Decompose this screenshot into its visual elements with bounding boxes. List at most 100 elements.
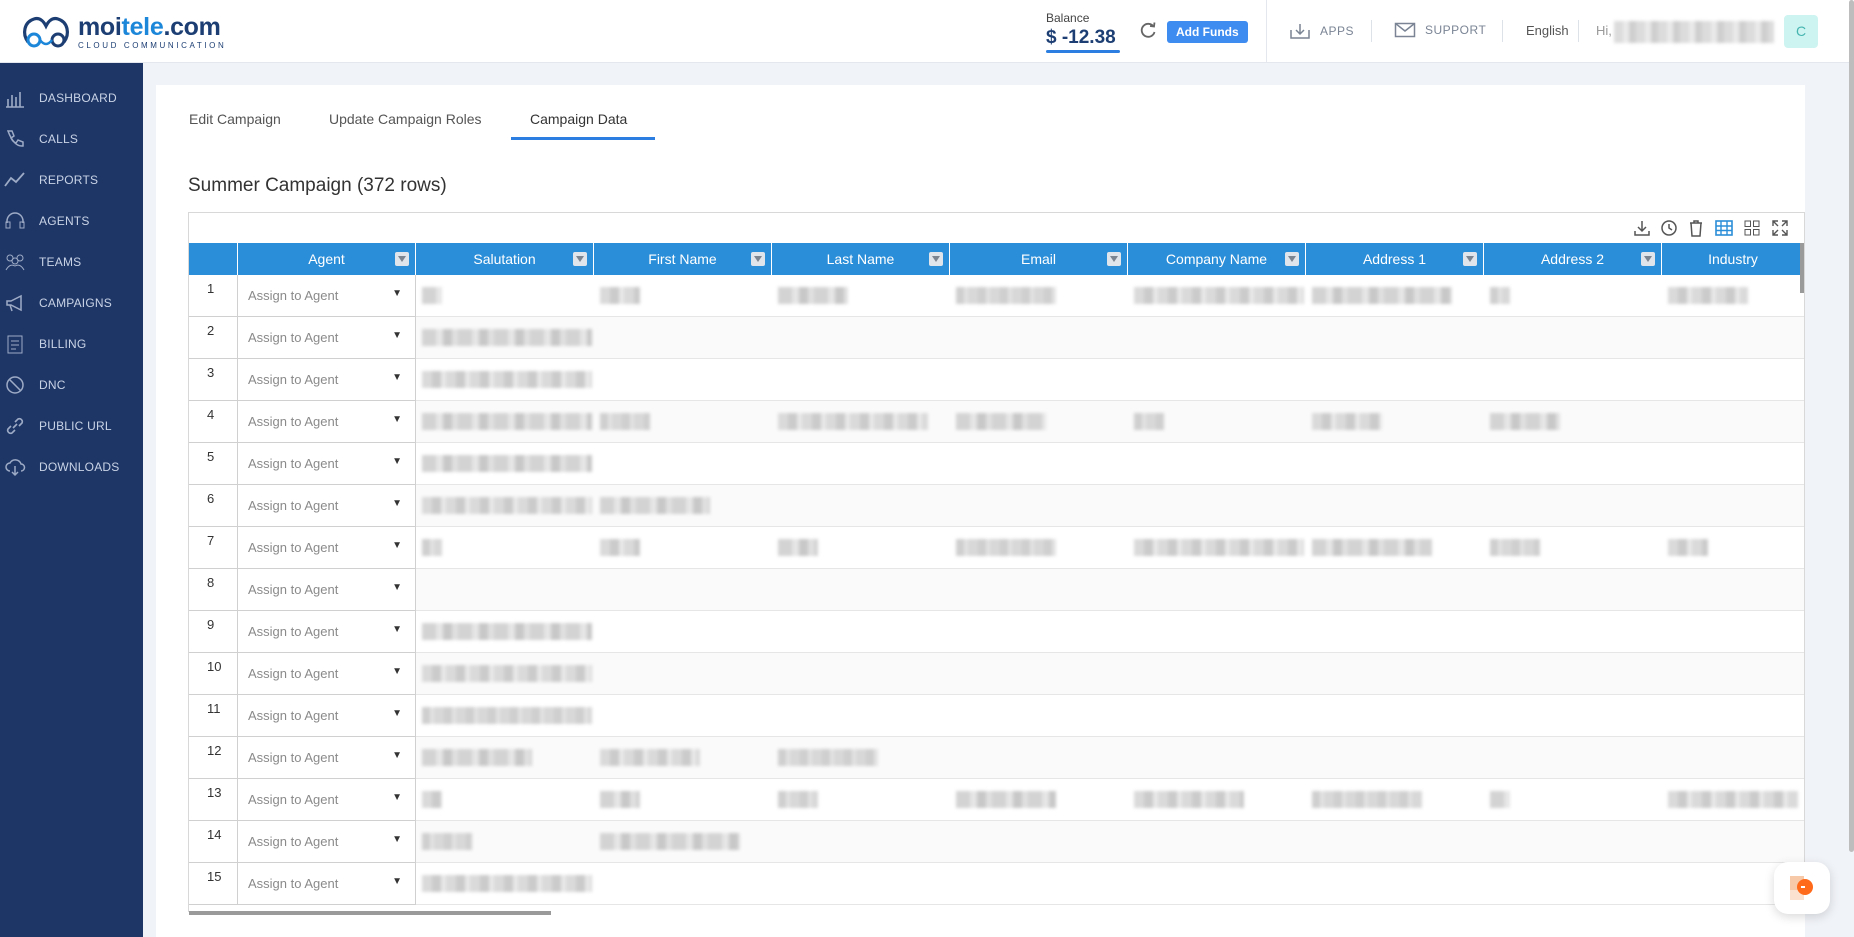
avatar[interactable]: C xyxy=(1784,15,1818,48)
sidebar-item-public-url[interactable]: PUBLIC URL xyxy=(0,411,143,441)
redacted-cell[interactable] xyxy=(1668,539,1708,556)
filter-icon[interactable] xyxy=(1107,252,1121,266)
sidebar-item-reports[interactable]: REPORTS xyxy=(0,165,143,195)
refresh-icon[interactable] xyxy=(1138,20,1158,40)
redacted-cell[interactable] xyxy=(778,287,848,304)
filter-icon[interactable] xyxy=(1285,252,1299,266)
sidebar-item-billing[interactable]: BILLING xyxy=(0,329,143,359)
redacted-cell[interactable] xyxy=(1668,791,1798,808)
assign-agent-select[interactable]: Assign to Agent ▼ xyxy=(238,275,416,317)
assign-agent-select[interactable]: Assign to Agent ▼ xyxy=(238,443,416,485)
assign-agent-select[interactable]: Assign to Agent ▼ xyxy=(238,779,416,821)
redacted-cell[interactable] xyxy=(422,623,592,640)
assign-agent-select[interactable]: Assign to Agent ▼ xyxy=(238,737,416,779)
filter-icon[interactable] xyxy=(1641,252,1655,266)
sidebar-item-campaigns[interactable]: CAMPAIGNS xyxy=(0,288,143,318)
apps-link[interactable]: APPS xyxy=(1289,22,1354,40)
assign-agent-select[interactable]: Assign to Agent ▼ xyxy=(238,695,416,737)
redacted-cell[interactable] xyxy=(600,413,650,430)
sidebar-item-dashboard[interactable]: DASHBOARD xyxy=(0,83,143,113)
filter-icon[interactable] xyxy=(395,252,409,266)
redacted-cell[interactable] xyxy=(1490,791,1510,808)
redacted-cell[interactable] xyxy=(422,371,592,388)
sidebar-item-teams[interactable]: TEAMS xyxy=(0,247,143,277)
assign-agent-select[interactable]: Assign to Agent ▼ xyxy=(238,611,416,653)
filter-icon[interactable] xyxy=(573,252,587,266)
grid-view-icon[interactable] xyxy=(1742,218,1762,238)
redacted-cell[interactable] xyxy=(778,413,928,430)
redacted-cell[interactable] xyxy=(600,497,710,514)
redacted-cell[interactable] xyxy=(600,833,740,850)
sidebar-item-downloads[interactable]: DOWNLOADS xyxy=(0,452,143,482)
redacted-cell[interactable] xyxy=(956,287,1056,304)
tab-update-campaign-roles[interactable]: Update Campaign Roles xyxy=(329,111,482,127)
assign-agent-select[interactable]: Assign to Agent ▼ xyxy=(238,401,416,443)
redacted-cell[interactable] xyxy=(956,413,1046,430)
support-link[interactable]: SUPPORT xyxy=(1394,22,1486,38)
redacted-cell[interactable] xyxy=(1312,413,1382,430)
redacted-cell[interactable] xyxy=(422,749,532,766)
assign-agent-select[interactable]: Assign to Agent ▼ xyxy=(238,821,416,863)
chat-widget-button[interactable] xyxy=(1774,862,1830,914)
column-header-salutation[interactable]: Salutation xyxy=(416,243,594,275)
redacted-cell[interactable] xyxy=(1668,287,1748,304)
sidebar-item-agents[interactable]: AGENTS xyxy=(0,206,143,236)
assign-agent-select[interactable]: Assign to Agent ▼ xyxy=(238,863,416,905)
redacted-cell[interactable] xyxy=(422,455,592,472)
redacted-cell[interactable] xyxy=(1134,791,1244,808)
tab-edit-campaign[interactable]: Edit Campaign xyxy=(189,111,281,127)
redacted-cell[interactable] xyxy=(422,707,592,724)
table-view-icon[interactable] xyxy=(1714,218,1734,238)
redacted-cell[interactable] xyxy=(1312,287,1452,304)
redacted-cell[interactable] xyxy=(1490,539,1540,556)
redacted-cell[interactable] xyxy=(1312,791,1422,808)
redacted-cell[interactable] xyxy=(600,749,700,766)
redacted-cell[interactable] xyxy=(778,791,818,808)
brand-logo[interactable]: moitele.com CLOUD COMMUNICATION xyxy=(18,12,226,52)
sidebar-item-calls[interactable]: CALLS xyxy=(0,124,143,154)
filter-icon[interactable] xyxy=(751,252,765,266)
redacted-cell[interactable] xyxy=(422,413,592,430)
history-icon[interactable] xyxy=(1659,218,1679,238)
redacted-cell[interactable] xyxy=(422,329,592,346)
redacted-cell[interactable] xyxy=(956,539,1056,556)
redacted-cell[interactable] xyxy=(778,749,878,766)
redacted-cell[interactable] xyxy=(600,539,640,556)
filter-icon[interactable] xyxy=(1463,252,1477,266)
column-header-first-name[interactable]: First Name xyxy=(594,243,772,275)
redacted-cell[interactable] xyxy=(422,833,472,850)
assign-agent-select[interactable]: Assign to Agent ▼ xyxy=(238,527,416,569)
redacted-cell[interactable] xyxy=(1312,539,1432,556)
column-header-last-name[interactable]: Last Name xyxy=(772,243,950,275)
redacted-cell[interactable] xyxy=(422,539,442,556)
tab-campaign-data[interactable]: Campaign Data xyxy=(530,111,627,127)
assign-agent-select[interactable]: Assign to Agent ▼ xyxy=(238,359,416,401)
redacted-cell[interactable] xyxy=(1490,413,1560,430)
redacted-cell[interactable] xyxy=(600,791,640,808)
assign-agent-select[interactable]: Assign to Agent ▼ xyxy=(238,317,416,359)
redacted-cell[interactable] xyxy=(956,791,1056,808)
add-funds-button[interactable]: Add Funds xyxy=(1167,21,1248,43)
sidebar-item-dnc[interactable]: DNC xyxy=(0,370,143,400)
column-header-company-name[interactable]: Company Name xyxy=(1128,243,1306,275)
column-header-email[interactable]: Email xyxy=(950,243,1128,275)
redacted-cell[interactable] xyxy=(778,539,818,556)
redacted-cell[interactable] xyxy=(1134,287,1304,304)
trash-icon[interactable] xyxy=(1686,218,1706,238)
redacted-cell[interactable] xyxy=(1490,287,1510,304)
column-header-industry[interactable]: Industry xyxy=(1662,243,1804,275)
download-icon[interactable] xyxy=(1632,218,1652,238)
filter-icon[interactable] xyxy=(929,252,943,266)
redacted-cell[interactable] xyxy=(600,287,640,304)
column-header-address-2[interactable]: Address 2 xyxy=(1484,243,1662,275)
assign-agent-select[interactable]: Assign to Agent ▼ xyxy=(238,485,416,527)
redacted-cell[interactable] xyxy=(1134,539,1304,556)
grid-vertical-scrollbar[interactable] xyxy=(1800,243,1804,293)
column-header-address-1[interactable]: Address 1 xyxy=(1306,243,1484,275)
column-header-agent[interactable]: Agent xyxy=(238,243,416,275)
redacted-cell[interactable] xyxy=(422,791,442,808)
redacted-cell[interactable] xyxy=(422,665,592,682)
redacted-cell[interactable] xyxy=(422,287,442,304)
grid-horizontal-scrollbar[interactable] xyxy=(189,911,551,915)
assign-agent-select[interactable]: Assign to Agent ▼ xyxy=(238,653,416,695)
